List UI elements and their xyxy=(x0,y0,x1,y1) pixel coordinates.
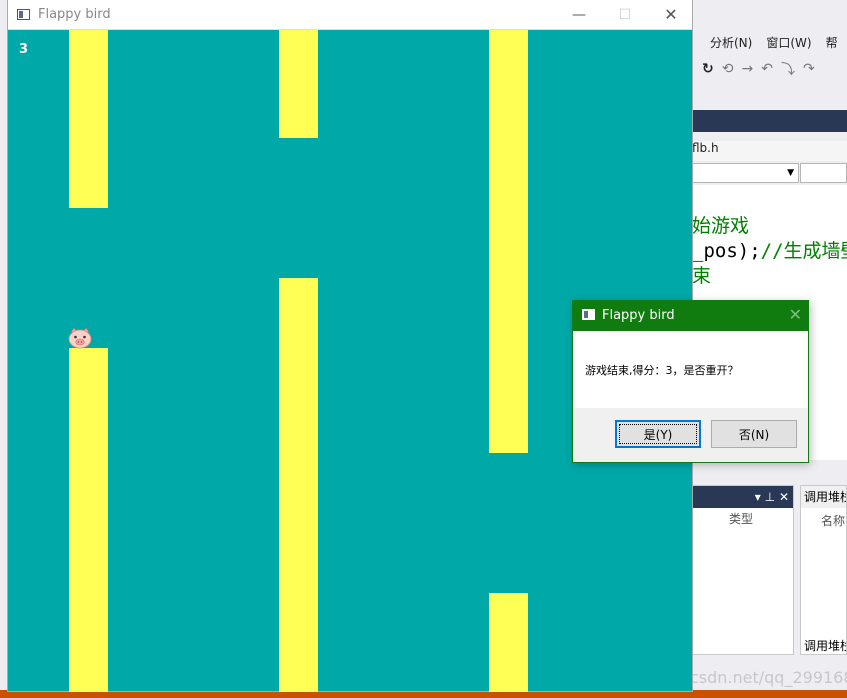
app-icon xyxy=(17,9,30,20)
close-button[interactable]: ✕ xyxy=(648,0,694,30)
pin-icon[interactable]: ⊥ xyxy=(765,490,775,504)
pig-icon xyxy=(68,327,92,349)
ide-toolbar: ↻ ⟲ → ↶ ⤵ ↷ xyxy=(692,56,847,82)
ide-menubar: 分析(N) 窗口(W) 帮 xyxy=(692,30,847,54)
step-down-icon[interactable]: ⤵ xyxy=(781,59,795,79)
no-button[interactable]: 否(N) xyxy=(711,420,797,448)
game-window-title: Flappy bird xyxy=(38,7,111,22)
game-titlebar[interactable]: Flappy bird — ☐ ✕ xyxy=(8,0,692,30)
pipe-top xyxy=(69,30,108,208)
ide-output-panel: ▾ ⊥ ✕ 类型 xyxy=(692,485,794,655)
code-line: 束 xyxy=(692,265,712,287)
arrow-right-icon[interactable]: → xyxy=(741,61,753,77)
step-back-icon[interactable]: ↶ xyxy=(761,61,773,77)
dialog-titlebar[interactable]: Flappy bird ✕ xyxy=(573,301,808,331)
yes-button[interactable]: 是(Y) xyxy=(615,420,701,448)
disabled-step-icon[interactable]: ⟲ xyxy=(722,61,734,77)
ide-callstack-panel: 调用堆栈 名称 调用堆栈 xyxy=(800,485,847,655)
dialog-close-button[interactable]: ✕ xyxy=(789,305,802,324)
score-display: 3 xyxy=(19,42,29,57)
pipe-bottom xyxy=(69,348,108,692)
dialog-button-bar: 是(Y) 否(N) xyxy=(573,408,808,462)
redo-circle-icon[interactable]: ↻ xyxy=(702,61,714,77)
game-over-dialog: Flappy bird ✕ 游戏结束,得分：3，是否重开？ 是(Y) 否(N) xyxy=(572,300,809,463)
pipe-top xyxy=(279,30,318,138)
chevron-down-icon: ▼ xyxy=(787,168,794,178)
ide-scope-dropdown[interactable]: ▼ xyxy=(692,163,799,183)
ide-file-tab[interactable]: flb.h xyxy=(692,141,847,161)
menu-window[interactable]: 窗口(W) xyxy=(766,34,811,51)
close-icon: ✕ xyxy=(788,305,802,324)
ide-member-dropdown[interactable] xyxy=(800,163,847,183)
menu-help[interactable]: 帮 xyxy=(826,34,838,51)
panel-title: 调用堆栈 xyxy=(801,486,846,508)
minimize-button[interactable]: — xyxy=(556,0,602,30)
step-return-icon[interactable]: ↷ xyxy=(803,61,815,77)
column-header-name[interactable]: 名称 xyxy=(801,512,846,529)
dialog-title: Flappy bird xyxy=(602,308,675,323)
code-line-1: _pos);//生成墙壁 xyxy=(692,240,847,262)
dropdown-icon[interactable]: ▾ xyxy=(755,490,761,504)
ide-document-tabstrip xyxy=(692,110,847,132)
column-header-type[interactable]: 类型 xyxy=(693,510,793,530)
code-line: 始游戏 xyxy=(692,215,750,237)
panel-tab[interactable]: 调用堆栈 xyxy=(801,637,846,654)
minimize-icon: — xyxy=(572,7,586,23)
dialog-message: 游戏结束,得分：3，是否重开？ xyxy=(585,364,739,377)
code-line: _pos);//生成墙壁 xyxy=(692,236,847,263)
maximize-button[interactable]: ☐ xyxy=(602,0,648,30)
maximize-icon: ☐ xyxy=(618,7,632,23)
panel-header: ▾ ⊥ ✕ xyxy=(693,486,793,508)
app-icon xyxy=(582,309,595,320)
pipe-bottom xyxy=(279,278,318,692)
pipe-top xyxy=(489,30,528,453)
menu-analyze[interactable]: 分析(N) xyxy=(710,34,752,51)
close-icon: ✕ xyxy=(664,5,678,24)
close-icon[interactable]: ✕ xyxy=(779,490,789,504)
pipe-bottom xyxy=(489,593,528,692)
